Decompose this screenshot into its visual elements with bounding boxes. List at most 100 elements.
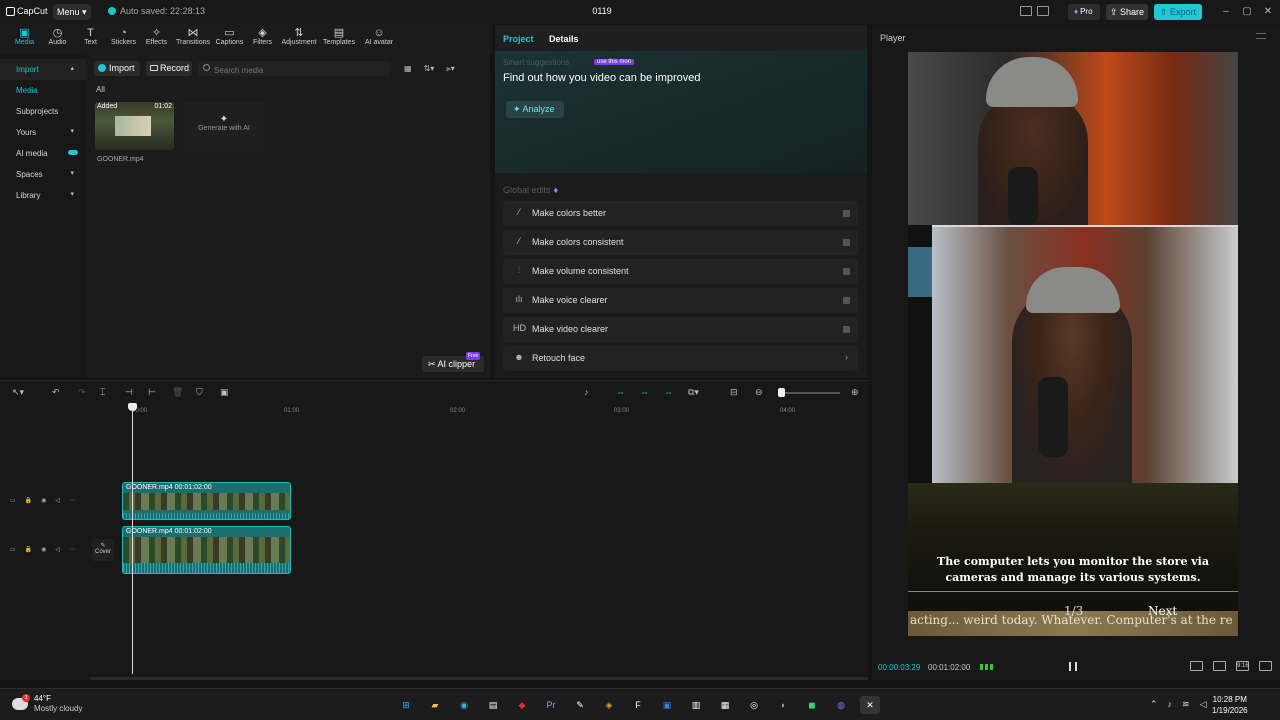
timeline-clip-main[interactable]: GOONER.mp4 00:01:02:00 [122, 526, 291, 574]
store-icon[interactable]: ▤ [483, 696, 503, 714]
analyze-button[interactable]: ✦ Analyze [506, 101, 564, 118]
magnet-icon[interactable]: ⇔ [640, 387, 649, 397]
track-icon[interactable]: ▭ [10, 546, 16, 553]
premiere-icon[interactable]: Pr [541, 696, 561, 714]
tool-text[interactable]: T Text [74, 24, 107, 54]
more-icon[interactable]: ⋯ [69, 497, 75, 504]
timeline-ruler[interactable]: 00:00 01:00 02:00 03:00 04:00 [88, 405, 868, 419]
close-icon[interactable]: ✕ [1260, 4, 1276, 20]
capcut-taskbar-icon[interactable]: ✕ [860, 696, 880, 714]
edit-make-colors-consistent[interactable]: ⁄ Make colors consistent [503, 230, 858, 255]
search-media-input[interactable] [198, 61, 390, 76]
zoom-in-icon[interactable]: ⊕ [851, 387, 859, 398]
select-tool-icon[interactable]: ↖▾ [12, 387, 24, 398]
delete-icon[interactable]: 🗑 [172, 387, 183, 398]
file-explorer-icon[interactable]: ▰ [425, 696, 445, 714]
sidebar-item-subprojects[interactable]: Subprojects [0, 101, 86, 122]
edit-make-video-clearer[interactable]: HD Make video clearer [503, 317, 858, 342]
fullscreen-quality-icon[interactable] [1190, 661, 1203, 671]
edit-retouch-face[interactable]: ☻ Retouch face › [503, 346, 858, 371]
track-icon[interactable]: ▭ [10, 497, 16, 504]
pen-app-icon[interactable]: ✎ [570, 696, 590, 714]
speaker-icon[interactable]: ◁ [55, 497, 60, 504]
preview-axis-icon[interactable]: ⧉▾ [688, 387, 699, 398]
game-app-icon[interactable]: ◼ [802, 696, 822, 714]
split-right-icon[interactable]: ⊢ [148, 387, 156, 398]
tool-templates[interactable]: ▤ Templates [319, 24, 359, 54]
menu-button[interactable]: Menu ▾ [53, 4, 91, 20]
edge-icon[interactable]: ◉ [454, 696, 474, 714]
tab-details[interactable]: Details [549, 34, 579, 44]
cover-button[interactable]: ✎ Cover [92, 539, 114, 561]
tool-captions[interactable]: ▭ Captions [213, 24, 246, 54]
checkbox[interactable] [843, 268, 850, 275]
filter-icon[interactable]: ⫸▾ [446, 64, 455, 74]
mic-icon[interactable]: ♪ [1168, 699, 1173, 710]
timeline-clip-overlay[interactable]: GOONER.mp4 00:01:02:00 [122, 482, 291, 520]
expand-icon[interactable] [1259, 661, 1272, 671]
sidebar-item-library[interactable]: Library ▾ [0, 185, 86, 206]
edit-make-voice-clearer[interactable]: ılı Make voice clearer [503, 288, 858, 313]
media-app-icon[interactable]: ▥ [686, 696, 706, 714]
tool-adjustment[interactable]: ⇅ Adjustment [279, 24, 319, 54]
volume-icon[interactable]: ◁ [1200, 699, 1207, 710]
shield-icon[interactable]: ⛉ [196, 387, 203, 398]
speaker-icon[interactable]: ◁ [55, 546, 60, 553]
zoom-slider-handle[interactable] [778, 388, 785, 397]
timeline-scrollbar[interactable] [90, 677, 868, 680]
sidebar-item-ai-media[interactable]: AI media [0, 143, 86, 164]
wifi-icon[interactable]: ≋ [1182, 699, 1190, 710]
start-icon[interactable]: ⊞ [396, 696, 416, 714]
generate-with-ai-card[interactable]: ✦ Generate with AI [184, 102, 264, 152]
system-clock[interactable]: 10:28 PM 1/19/2026 [1212, 694, 1248, 716]
record-button[interactable]: Record [146, 61, 192, 76]
checkbox[interactable] [843, 210, 850, 217]
sidebar-item-import[interactable]: Import ▴ [0, 59, 86, 80]
crop-icon[interactable] [1213, 661, 1226, 671]
steam-icon[interactable]: ◗ [773, 696, 793, 714]
maximize-icon[interactable]: ▢ [1239, 4, 1255, 20]
edit-make-volume-consistent[interactable]: ⫶ Make volume consistent [503, 259, 858, 284]
tool-stickers[interactable]: ◔ Stickers [107, 24, 140, 54]
pause-button[interactable] [1069, 662, 1077, 671]
import-button[interactable]: Import [94, 61, 140, 76]
playhead[interactable] [132, 406, 133, 674]
redo-icon[interactable]: ↷ [78, 387, 86, 398]
zoom-slider-track[interactable] [780, 392, 840, 394]
edit-make-colors-better[interactable]: ⁄ Make colors better [503, 201, 858, 226]
lock-icon[interactable]: 🔒 [25, 546, 32, 553]
tool-transitions[interactable]: ⋈ Transitions [173, 24, 213, 54]
calculator-icon[interactable]: ▦ [715, 696, 735, 714]
project-title[interactable]: 0119 [580, 6, 624, 16]
undo-icon[interactable]: ↶ [52, 387, 60, 398]
checkbox[interactable] [843, 297, 850, 304]
panel-icon[interactable] [1037, 6, 1049, 16]
eye-icon[interactable]: ◉ [41, 546, 46, 553]
split-icon[interactable]: ⌶ [100, 387, 105, 398]
app-icon[interactable]: ◈ [599, 696, 619, 714]
tool-filters[interactable]: ◈ Filters [246, 24, 279, 54]
filter-all-label[interactable]: All [96, 85, 105, 94]
lock-icon[interactable]: 🔒 [25, 497, 32, 504]
video-preview[interactable]: The computer lets you monitor the store … [908, 52, 1238, 636]
tool-media[interactable]: ▣ Media [8, 24, 41, 54]
layout-icon[interactable] [1020, 6, 1032, 16]
checkbox[interactable] [843, 326, 850, 333]
split-left-icon[interactable]: ⊣ [125, 387, 133, 398]
snap-icon[interactable]: ⇔ [664, 387, 673, 397]
sidebar-item-spaces[interactable]: Spaces ▾ [0, 164, 86, 185]
sidebar-item-yours[interactable]: Yours ▾ [0, 122, 86, 143]
tool-ai-avatar[interactable]: ☺ AI avatar [359, 24, 399, 54]
font-app-icon[interactable]: F [628, 696, 648, 714]
tab-project[interactable]: Project [503, 34, 534, 44]
grid-view-icon[interactable]: ▦ [404, 64, 412, 74]
media-thumbnail[interactable]: Added 01:02 [95, 102, 174, 150]
more-icon[interactable]: ⋯ [69, 546, 75, 553]
crop-image-icon[interactable]: ▣ [220, 387, 229, 398]
menu-icon[interactable] [1256, 33, 1266, 39]
chevron-up-icon[interactable]: ⌃ [1150, 699, 1158, 710]
tool-effects[interactable]: ✧ Effects [140, 24, 173, 54]
obs-icon[interactable]: ◎ [744, 696, 764, 714]
microphone-icon[interactable]: ♪ [584, 387, 589, 397]
share-button[interactable]: ⇪ Share [1106, 4, 1148, 20]
